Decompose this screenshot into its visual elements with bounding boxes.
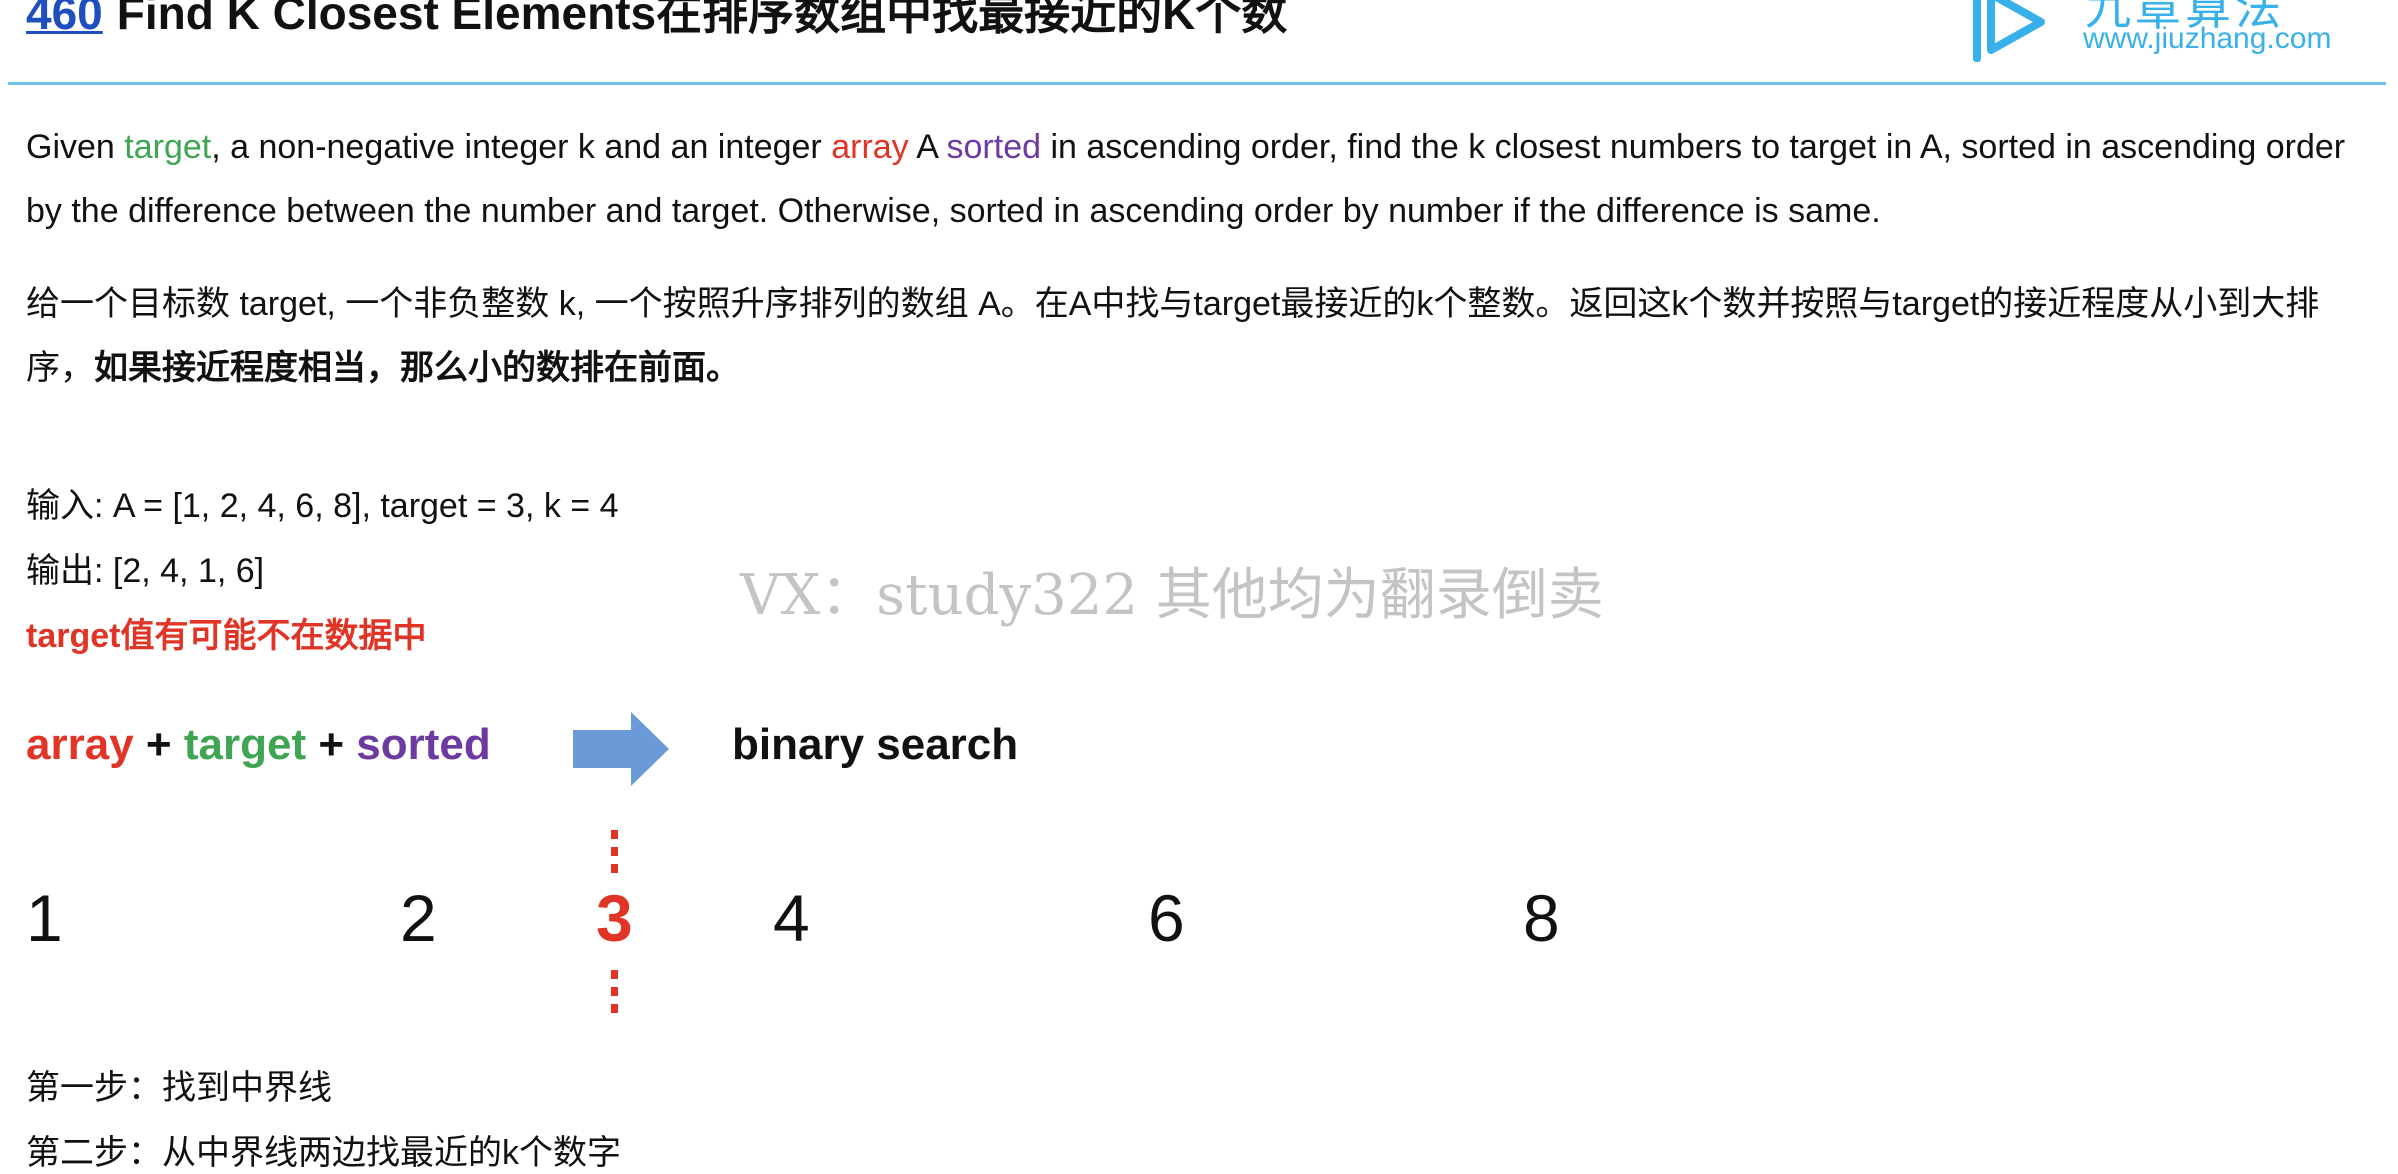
description-en: Given target, a non-negative integer k a…: [26, 115, 2346, 243]
page-title: 460 Find K Closest Elements在排序数组中找最接近的K个数: [26, 0, 1287, 41]
keyword-sorted: sorted: [946, 128, 1042, 166]
description-en-text: A: [908, 128, 947, 166]
formula-result: binary search: [732, 720, 1019, 769]
right-arrow-icon: [573, 712, 669, 786]
description-cn: 给一个目标数 target, 一个非负整数 k, 一个按照升序排列的数组 A。在…: [26, 272, 2356, 400]
formula-target: target: [183, 720, 307, 769]
step-1: 第一步：找到中界线: [26, 1069, 332, 1107]
divider-dots-bottom: [611, 970, 618, 1013]
formula-sorted: sorted: [356, 720, 491, 769]
title-text: Find K Closest Elements在排序数组中找最接近的K个数: [116, 0, 1288, 39]
array-value-6: 6: [1148, 881, 1185, 955]
description-en-text: Given: [26, 128, 125, 166]
example-note: target值有可能不在数据中: [26, 617, 427, 655]
keyword-target: target: [124, 128, 212, 166]
watermark: VX：study322 其他均为翻录倒卖: [740, 563, 1604, 628]
formula-plus: +: [145, 720, 172, 769]
array-value-2: 2: [400, 881, 437, 955]
divider-dots-top: [611, 830, 618, 873]
jiuzhang-logo-icon: [1973, 0, 2045, 62]
formula-plus: +: [318, 720, 345, 769]
logo-url: www.jiuzhang.com: [2083, 22, 2332, 55]
header-divider: [8, 82, 2386, 85]
formula-array: array: [26, 720, 134, 769]
problem-number-link[interactable]: 460: [26, 0, 103, 39]
description-cn-emphasis: 如果接近程度相当，那么小的数排在前面。: [94, 349, 740, 387]
array-value-1: 1: [26, 881, 63, 955]
keyword-formula: array + target + sorted: [26, 720, 491, 770]
keyword-array: array: [831, 128, 909, 166]
example-input: 输入: A = [1, 2, 4, 6, 8], target = 3, k =…: [26, 487, 619, 525]
description-en-text: , a non-negative integer k and an intege…: [211, 128, 832, 166]
example-output: 输出: [2, 4, 1, 6]: [26, 552, 265, 590]
step-2: 第二步：从中界线两边找最近的k个数字: [26, 1134, 621, 1172]
target-value: 3: [596, 881, 633, 955]
array-value-8: 8: [1523, 881, 1560, 955]
array-value-4: 4: [773, 881, 810, 955]
